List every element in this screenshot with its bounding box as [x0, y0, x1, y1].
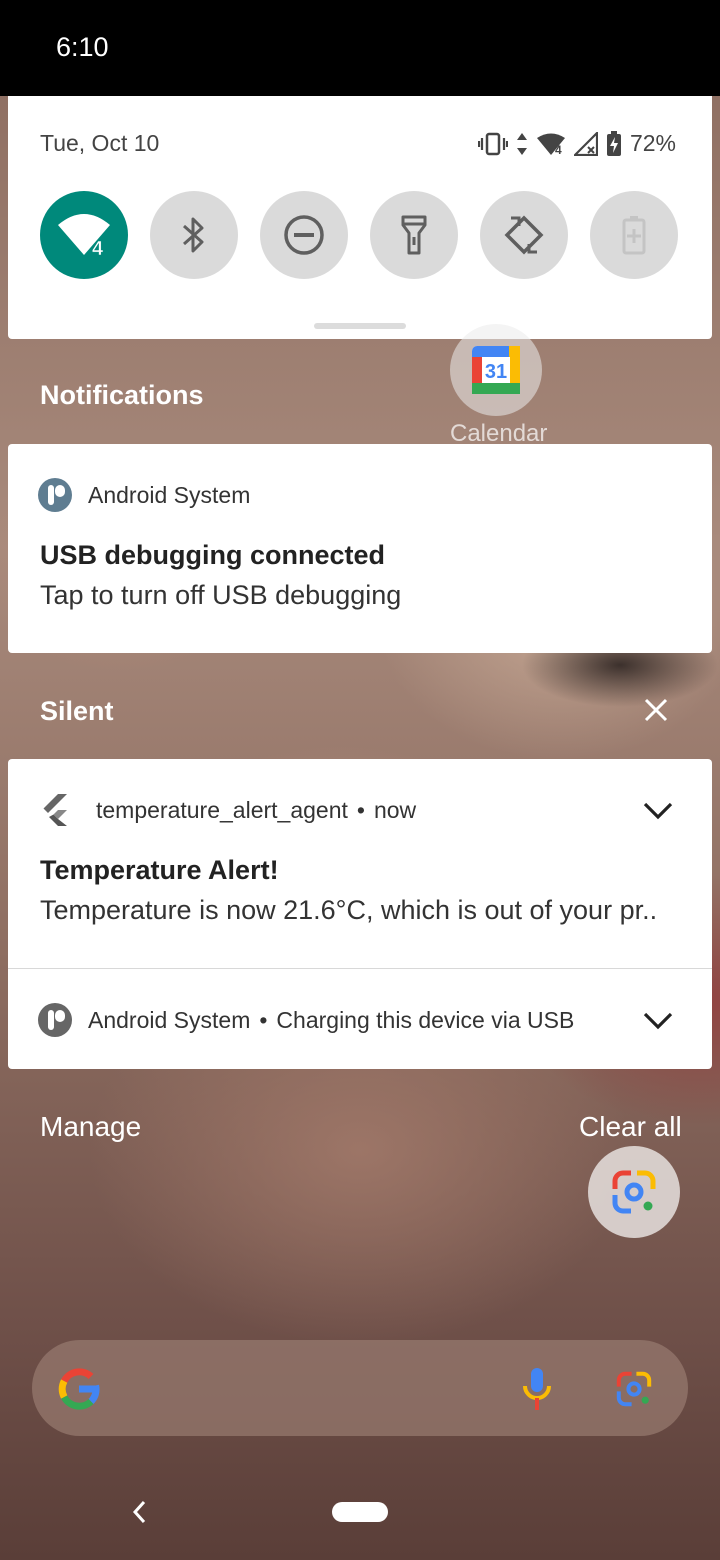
close-icon[interactable] [640, 694, 672, 726]
android-system-icon [38, 478, 72, 512]
qs-system-icons: 4 72% [477, 130, 676, 157]
wifi-status-icon: 4 [536, 132, 566, 156]
qs-date[interactable]: Tue, Oct 10 [40, 130, 159, 157]
data-arrows-icon [516, 132, 528, 156]
google-lens-button[interactable] [588, 1146, 680, 1238]
temp-notif-app-row: temperature_alert_agent • now [40, 793, 416, 827]
qs-tile-wifi[interactable]: 4 [40, 191, 128, 279]
google-g-icon [58, 1368, 100, 1410]
calendar-app-icon: 31 [450, 324, 542, 416]
usb-notif-app-name: Android System [88, 481, 251, 508]
battery-saver-icon [622, 216, 646, 255]
charging-notif-separator: • [259, 1006, 268, 1033]
temp-notif-text: Temperature is now 21.6°C, which is out … [40, 895, 658, 925]
cell-signal-icon [573, 131, 598, 156]
wifi-badge: 4 [92, 238, 104, 259]
clear-all-button[interactable]: Clear all [579, 1111, 682, 1143]
do-not-disturb-icon [284, 215, 324, 255]
flutter-app-icon [43, 794, 67, 826]
status-time: 6:10 [56, 32, 109, 62]
qs-tile-auto-rotate[interactable] [480, 191, 568, 279]
bluetooth-icon [183, 217, 204, 253]
charging-notif-text: Charging this device via USB [276, 1006, 575, 1033]
google-lens-icon [612, 1170, 656, 1214]
google-search-bar[interactable] [32, 1340, 688, 1436]
temp-notif-time: now [373, 796, 417, 823]
charging-notif-row: Android System • Charging this device vi… [38, 1003, 574, 1037]
silent-header: Silent [40, 696, 114, 726]
calendar-app-shortcut[interactable]: 31 Calendar [450, 324, 547, 448]
notifications-header: Notifications [40, 380, 204, 410]
temperature-alert-notification[interactable]: temperature_alert_agent • now Temperatur… [8, 759, 712, 968]
chevron-down-icon[interactable] [640, 1003, 676, 1039]
charging-notification[interactable]: Android System • Charging this device vi… [8, 969, 712, 1069]
temp-notif-title: Temperature Alert! [40, 855, 279, 885]
manage-button[interactable]: Manage [40, 1111, 141, 1143]
status-bar: 6:10 [0, 0, 720, 96]
auto-rotate-icon [504, 215, 544, 255]
usb-notif-text: Tap to turn off USB debugging [40, 580, 402, 610]
svg-text:4: 4 [555, 143, 562, 156]
home-button[interactable] [332, 1502, 388, 1522]
usb-debugging-notification[interactable]: Android System USB debugging connected T… [8, 444, 712, 653]
qs-tiles: 4 [40, 191, 680, 279]
qs-tile-battery-saver[interactable] [590, 191, 678, 279]
battery-charging-icon [606, 130, 622, 157]
qs-tile-do-not-disturb[interactable] [260, 191, 348, 279]
back-icon[interactable] [128, 1498, 150, 1526]
microphone-icon[interactable] [520, 1366, 554, 1412]
qs-tile-bluetooth[interactable] [150, 191, 238, 279]
wifi-icon: 4 [58, 214, 110, 259]
charging-notif-app-name: Android System [88, 1006, 251, 1033]
battery-percent: 72% [629, 130, 676, 156]
qs-drag-handle[interactable] [314, 323, 406, 329]
flashlight-icon [401, 215, 427, 255]
google-lens-icon[interactable] [614, 1369, 654, 1409]
usb-notif-title: USB debugging connected [40, 540, 386, 570]
temp-notif-app-name: temperature_alert_agent [96, 796, 348, 823]
qs-tile-flashlight[interactable] [370, 191, 458, 279]
temp-notif-separator: • [356, 796, 365, 823]
chevron-down-icon[interactable] [640, 793, 676, 829]
vibrate-icon [477, 131, 508, 157]
android-system-icon [38, 1003, 72, 1037]
calendar-icon-number: 31 [485, 361, 507, 383]
usb-notif-app-row: Android System [38, 478, 250, 512]
silent-notifications-group: temperature_alert_agent • now Temperatur… [8, 759, 712, 1069]
quick-settings-panel: Tue, Oct 10 4 72% 4 [8, 96, 712, 339]
